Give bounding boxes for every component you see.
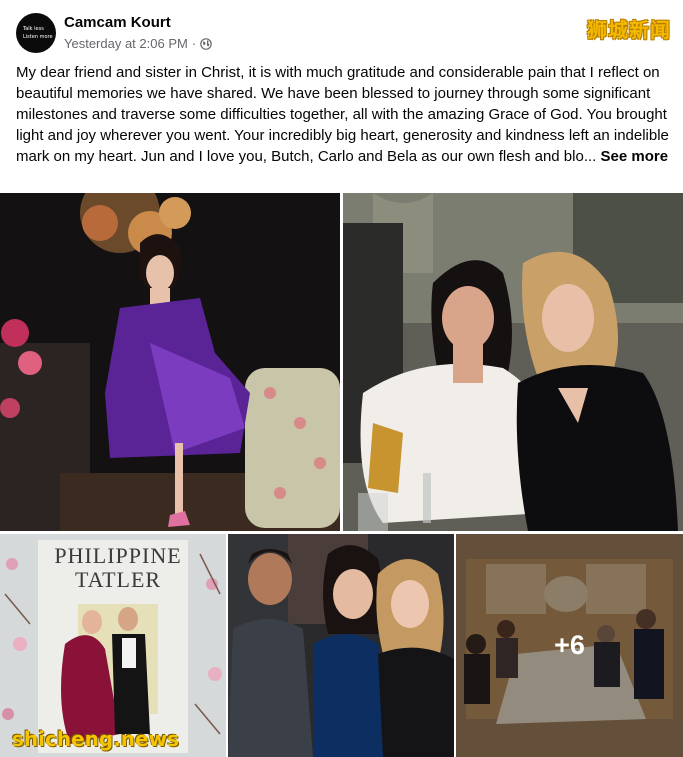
photo-1-image	[0, 193, 340, 531]
meta-separator: ·	[191, 36, 197, 51]
photo-3[interactable]: PHILIPPINE TATLER	[0, 534, 226, 757]
author-avatar[interactable]: Talk less Listen more	[16, 13, 56, 53]
more-photos-overlay[interactable]: +6	[456, 534, 683, 757]
avatar-text-line-1: Talk less	[23, 26, 44, 32]
caption-text: My dear friend and sister in Christ, it …	[16, 64, 669, 165]
photo-4-image	[228, 534, 454, 757]
watermark-bottom: shicheng.news	[12, 727, 179, 751]
photo-2[interactable]	[343, 193, 683, 531]
post-header: Talk less Listen more Camcam Kourt Yeste…	[0, 0, 683, 62]
more-photos-count: +6	[554, 630, 585, 660]
magazine-title-line-1: PHILIPPINE	[54, 543, 182, 568]
facebook-post: Talk less Listen more Camcam Kourt Yeste…	[0, 0, 683, 757]
globe-icon[interactable]	[200, 37, 212, 50]
magazine-title: PHILIPPINE TATLER	[48, 544, 188, 592]
photo-1[interactable]	[0, 193, 340, 531]
author-name[interactable]: Camcam Kourt	[64, 14, 171, 31]
post-caption: My dear friend and sister in Christ, it …	[16, 62, 672, 167]
post-meta: Yesterday at 2:06 PM ·	[64, 36, 212, 51]
avatar-text-line-2: Listen more	[23, 34, 53, 40]
see-more-link[interactable]: See more	[601, 148, 669, 165]
photo-2-image	[343, 193, 683, 531]
post-timestamp[interactable]: Yesterday at 2:06 PM	[64, 36, 188, 51]
photo-5[interactable]: +6	[456, 534, 683, 757]
magazine-title-line-2: TATLER	[74, 567, 162, 592]
photo-4[interactable]	[228, 534, 454, 757]
watermark-top: 狮城新闻	[587, 18, 671, 42]
